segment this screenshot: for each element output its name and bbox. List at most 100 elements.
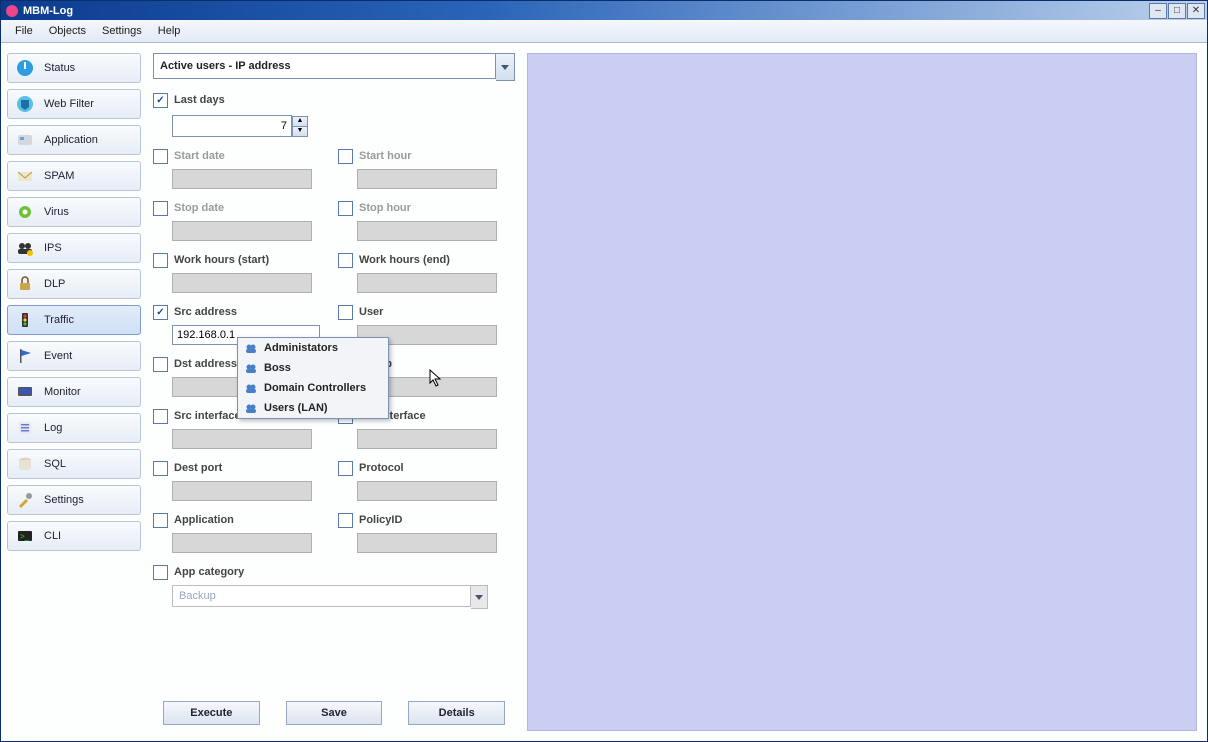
sidebar-item-dlp[interactable]: DLP [7,269,141,299]
main: Last days ▲ ▼ Start date [147,43,1207,741]
save-button[interactable]: Save [286,701,383,725]
sidebar-item-label: Virus [44,206,69,218]
sidebar-item-webfilter[interactable]: Web Filter [7,89,141,119]
sidebar-item-label: Traffic [44,314,74,326]
label-start-hour: Start hour [359,150,412,162]
sidebar: Status Web Filter Application SPAM Virus… [1,43,147,741]
app-icon [5,4,19,18]
sidebar-item-application[interactable]: Application [7,125,141,155]
traffic-light-icon [14,310,36,330]
minimize-button[interactable]: – [1149,3,1167,19]
details-button[interactable]: Details [408,701,505,725]
execute-button[interactable]: Execute [163,701,260,725]
label-start-date: Start date [174,150,225,162]
chevron-down-icon [501,65,509,70]
monitor-icon [14,382,36,402]
app-category-dropdown-button[interactable] [471,585,488,609]
label-src-interface: Src interface [174,410,241,422]
checkbox-dst-address[interactable] [153,357,168,372]
input-protocol [357,481,497,501]
checkbox-user[interactable] [338,305,353,320]
results-panel [527,53,1197,731]
action-row: Execute Save Details [153,683,515,731]
sidebar-item-traffic[interactable]: Traffic [7,305,141,335]
input-last-days[interactable] [172,115,292,137]
checkbox-policyid[interactable] [338,513,353,528]
input-dest-port [172,481,312,501]
sidebar-item-label: Log [44,422,62,434]
checkbox-last-days[interactable] [153,93,168,108]
app-icon [14,130,36,150]
label-policyid: PolicyID [359,514,402,526]
input-stop-hour [357,221,497,241]
combo-app-category[interactable]: Backup [172,585,488,609]
sidebar-item-spam[interactable]: SPAM [7,161,141,191]
popup-item[interactable]: Users (LAN) [238,398,388,418]
report-type-input[interactable] [153,53,496,79]
mail-icon [14,166,36,186]
label-dst-address: Dst address [174,358,237,370]
sidebar-item-label: Settings [44,494,84,506]
filter-panel: Last days ▲ ▼ Start date [153,53,515,731]
input-work-end [357,273,497,293]
sidebar-item-event[interactable]: Event [7,341,141,371]
sidebar-item-status[interactable]: Status [7,53,141,83]
sidebar-item-ips[interactable]: IPS [7,233,141,263]
sidebar-item-virus[interactable]: Virus [7,197,141,227]
group-icon [244,361,258,375]
label-work-start: Work hours (start) [174,254,269,266]
tools-icon [14,490,36,510]
spinner-up-button[interactable]: ▲ [292,116,308,127]
svg-text:>_: >_ [20,532,30,541]
menu-objects[interactable]: Objects [41,22,94,40]
lock-icon [14,274,36,294]
sidebar-item-settings[interactable]: Settings [7,485,141,515]
checkbox-stop-hour[interactable] [338,201,353,216]
popup-item[interactable]: Administators [238,338,388,358]
checkbox-application[interactable] [153,513,168,528]
shield-icon [14,94,36,114]
checkbox-stop-date[interactable] [153,201,168,216]
checkbox-start-date[interactable] [153,149,168,164]
report-type-combo[interactable] [153,53,515,81]
menu-settings[interactable]: Settings [94,22,150,40]
sidebar-item-label: Monitor [44,386,81,398]
spinner-down-button[interactable]: ▼ [292,127,308,137]
popup-item[interactable]: Domain Controllers [238,378,388,398]
database-icon [14,454,36,474]
sidebar-item-cli[interactable]: >_ CLI [7,521,141,551]
titlebar: MBM-Log – □ ✕ [1,1,1207,20]
checkbox-work-start[interactable] [153,253,168,268]
close-button[interactable]: ✕ [1187,3,1205,19]
maximize-button[interactable]: □ [1168,3,1186,19]
input-application [172,533,312,553]
sidebar-item-sql[interactable]: SQL [7,449,141,479]
checkbox-protocol[interactable] [338,461,353,476]
app-window: MBM-Log – □ ✕ File Objects Settings Help… [0,0,1208,742]
sidebar-item-label: Status [44,62,75,74]
checkbox-src-interface[interactable] [153,409,168,424]
chevron-down-icon [475,595,483,600]
checkbox-app-category[interactable] [153,565,168,580]
input-work-start [172,273,312,293]
checkbox-dest-port[interactable] [153,461,168,476]
checkbox-work-end[interactable] [338,253,353,268]
label-app-category: App category [174,566,244,578]
sidebar-item-log[interactable]: Log [7,413,141,443]
power-icon [14,58,36,78]
sidebar-item-monitor[interactable]: Monitor [7,377,141,407]
popup-item[interactable]: Boss [238,358,388,378]
flag-icon [14,346,36,366]
checkbox-src-address[interactable] [153,305,168,320]
menu-file[interactable]: File [7,22,41,40]
report-type-dropdown-button[interactable] [496,53,515,81]
input-app-category[interactable]: Backup [172,585,471,607]
window-title: MBM-Log [23,5,1148,17]
sidebar-item-label: SQL [44,458,66,470]
content: Status Web Filter Application SPAM Virus… [1,43,1207,741]
menu-help[interactable]: Help [150,22,189,40]
checkbox-start-hour[interactable] [338,149,353,164]
sidebar-item-label: CLI [44,530,61,542]
input-src-interface [172,429,312,449]
label-protocol: Protocol [359,462,404,474]
